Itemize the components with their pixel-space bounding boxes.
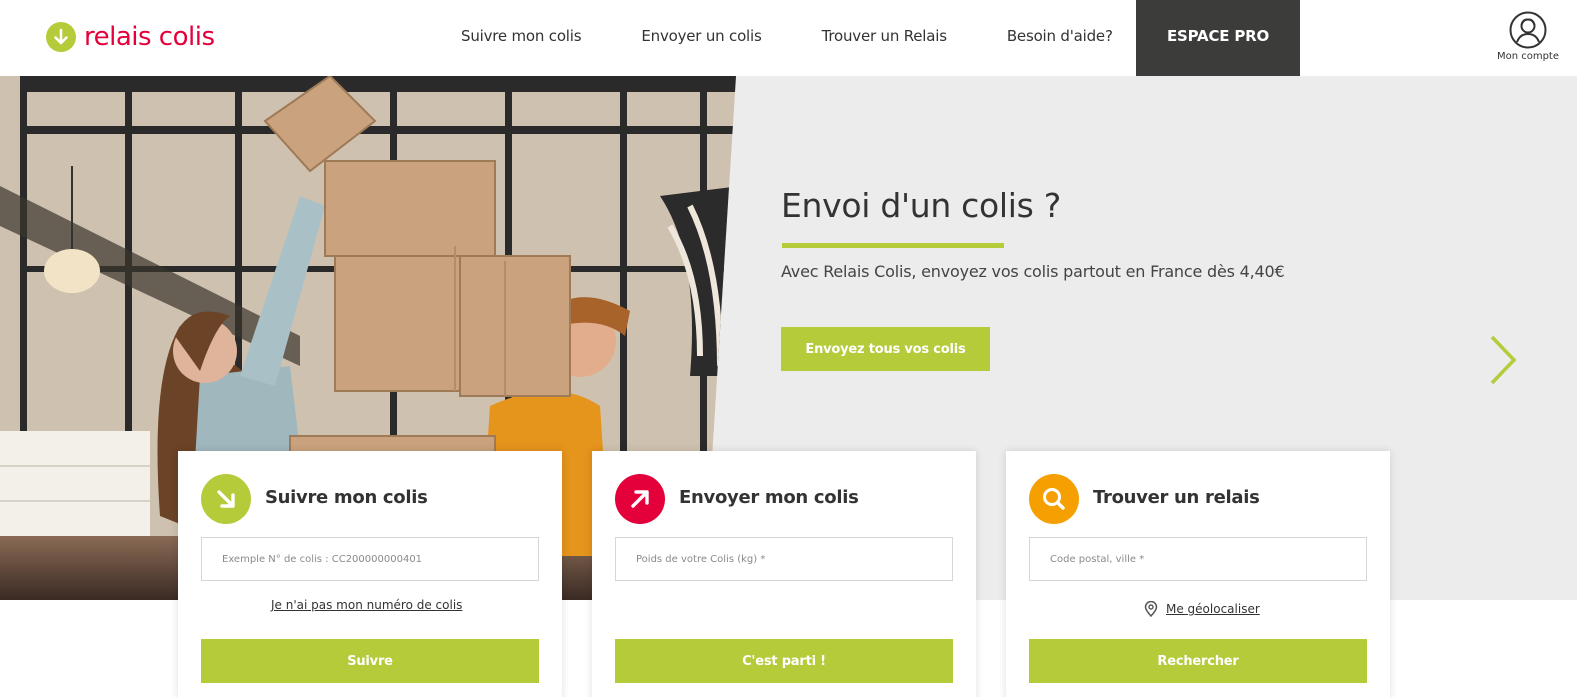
nav-trouver-un-relais[interactable]: Trouver un Relais	[792, 0, 977, 76]
geolocate-link[interactable]: Me géolocaliser	[1166, 602, 1260, 616]
hero-title-underline	[782, 243, 1004, 248]
logo[interactable]: relais colis	[46, 20, 215, 54]
parcel-weight-input[interactable]	[615, 537, 953, 581]
account-link[interactable]: Mon compte	[1488, 10, 1568, 62]
nav-besoin-aide[interactable]: Besoin d'aide?	[977, 0, 1143, 76]
start-shipping-button[interactable]: C'est parti !	[615, 639, 953, 683]
main-nav: Suivre mon colis Envoyer un colis Trouve…	[431, 0, 1143, 76]
espace-pro-button[interactable]: ESPACE PRO	[1136, 0, 1300, 76]
user-icon	[1509, 11, 1547, 49]
track-parcel-card: Suivre mon colis Je n'ai pas mon numéro …	[178, 451, 562, 697]
search-relay-button[interactable]: Rechercher	[1029, 639, 1367, 683]
parcel-number-input[interactable]	[201, 537, 539, 581]
search-icon	[1029, 474, 1079, 524]
postal-code-input[interactable]	[1029, 537, 1367, 581]
arrow-up-right-icon	[615, 474, 665, 524]
account-label: Mon compte	[1496, 51, 1560, 62]
send-all-parcels-button[interactable]: Envoyez tous vos colis	[781, 327, 990, 371]
send-parcel-title: Envoyer mon colis	[679, 487, 859, 508]
track-parcel-title: Suivre mon colis	[265, 487, 428, 508]
hero-subtitle: Avec Relais Colis, envoyez vos colis par…	[781, 262, 1285, 281]
find-relay-title: Trouver un relais	[1093, 487, 1260, 508]
send-parcel-card: Envoyer mon colis C'est parti !	[592, 451, 976, 697]
arrow-down-circle-icon	[46, 22, 76, 52]
no-parcel-number-link[interactable]: Je n'ai pas mon numéro de colis	[271, 598, 462, 612]
carousel-next-button[interactable]	[1484, 334, 1520, 386]
track-button[interactable]: Suivre	[201, 639, 539, 683]
find-relay-card: Trouver un relais Me géolocaliser Recher…	[1006, 451, 1390, 697]
logo-text: relais colis	[84, 22, 215, 52]
nav-suivre-mon-colis[interactable]: Suivre mon colis	[431, 0, 611, 76]
chevron-right-icon	[1490, 335, 1517, 385]
nav-envoyer-un-colis[interactable]: Envoyer un colis	[611, 0, 791, 76]
location-pin-icon	[1144, 601, 1158, 617]
arrow-down-right-icon	[201, 474, 251, 524]
site-header: relais colis Suivre mon colis Envoyer un…	[0, 0, 1577, 76]
hero-title: Envoi d'un colis ?	[781, 186, 1061, 225]
geolocate: Me géolocaliser	[1144, 601, 1260, 617]
